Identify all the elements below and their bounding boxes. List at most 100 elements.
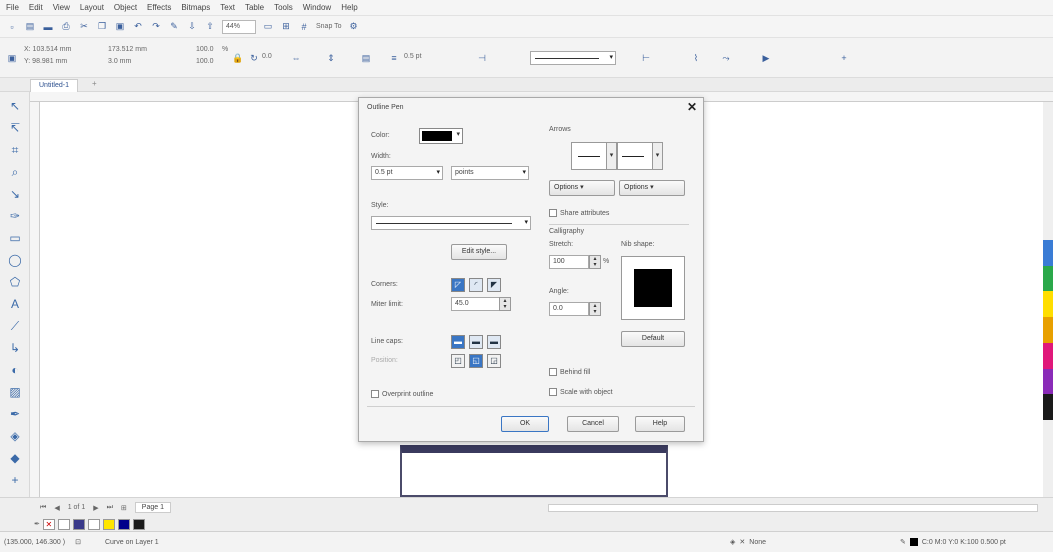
inside-position-button[interactable]: ◲ bbox=[487, 354, 501, 368]
miter-limit-field[interactable]: 45.0 bbox=[451, 297, 501, 311]
behind-fill-checkbox[interactable]: Behind fill bbox=[549, 368, 590, 376]
selected-shape[interactable] bbox=[400, 445, 668, 497]
search-content-icon[interactable]: ✎ bbox=[168, 21, 180, 33]
line-style-selector[interactable]: ▾ bbox=[530, 51, 616, 65]
color-palette-strip[interactable] bbox=[1043, 240, 1053, 420]
default-button[interactable]: Default bbox=[621, 331, 685, 347]
palette-swatch[interactable] bbox=[102, 518, 115, 530]
end-arrowhead-icon[interactable]: ⊢ bbox=[640, 52, 652, 64]
rulers-icon[interactable]: ⊞ bbox=[280, 21, 292, 33]
text-tool-icon[interactable]: A bbox=[7, 296, 23, 312]
redo-icon[interactable]: ↷ bbox=[150, 21, 162, 33]
stretch-field[interactable]: 100 bbox=[549, 255, 589, 269]
menu-tools[interactable]: Tools bbox=[274, 3, 293, 12]
round-corner-button[interactable]: ◜ bbox=[469, 278, 483, 292]
menu-text[interactable]: Text bbox=[220, 3, 235, 12]
previous-page-icon[interactable]: ◀ bbox=[54, 504, 59, 512]
bevel-corner-button[interactable]: ◤ bbox=[487, 278, 501, 292]
page-tab[interactable]: Page 1 bbox=[134, 502, 171, 513]
grid-icon[interactable]: # bbox=[298, 21, 310, 33]
save-icon[interactable]: ▬ bbox=[42, 21, 54, 33]
print-icon[interactable]: ⎙ bbox=[60, 21, 72, 33]
connector-tool-icon[interactable]: ↳ bbox=[7, 340, 23, 356]
palette-swatch[interactable] bbox=[132, 518, 145, 530]
convert-to-curves-icon[interactable]: ⤳ bbox=[720, 52, 732, 64]
cancel-button[interactable]: Cancel bbox=[567, 416, 619, 432]
butt-cap-button[interactable]: ▬ bbox=[451, 335, 465, 349]
eyedropper-tool-icon[interactable]: ✒ bbox=[7, 406, 23, 422]
share-attributes-checkbox[interactable]: Share attributes bbox=[549, 209, 609, 217]
ok-button[interactable]: OK bbox=[501, 416, 549, 432]
width-unit-select[interactable]: points ▾ bbox=[451, 166, 529, 180]
menu-bitmaps[interactable]: Bitmaps bbox=[181, 3, 210, 12]
nib-shape-preview[interactable] bbox=[621, 256, 685, 320]
quick-trace-icon[interactable]: ▶ bbox=[760, 52, 772, 64]
close-icon[interactable]: ✕ bbox=[687, 100, 697, 114]
add-icon[interactable]: + bbox=[838, 52, 850, 64]
menu-file[interactable]: File bbox=[6, 3, 19, 12]
new-tab-icon[interactable]: + bbox=[92, 79, 97, 88]
center-position-button[interactable]: ◱ bbox=[469, 354, 483, 368]
side-color-swatch[interactable] bbox=[1043, 240, 1053, 266]
mirror-horizontal-icon[interactable]: ⇔ bbox=[290, 52, 302, 64]
zoom-level-field[interactable]: 44% bbox=[222, 19, 256, 34]
blend-tool-icon[interactable]: ◐ bbox=[7, 362, 23, 378]
rotation-field[interactable]: 0.0 bbox=[262, 53, 272, 60]
scale-height-field[interactable]: 100.0 bbox=[196, 58, 214, 65]
x-position-field[interactable]: X: 103.514 mm bbox=[24, 46, 71, 53]
menu-help[interactable]: Help bbox=[341, 3, 357, 12]
start-arrowhead-icon[interactable]: ⊣ bbox=[476, 52, 488, 64]
undo-icon[interactable]: ↶ bbox=[132, 21, 144, 33]
round-cap-button[interactable]: ▬ bbox=[469, 335, 483, 349]
document-tab[interactable]: Untitled-1 bbox=[30, 79, 78, 92]
overprint-outline-checkbox[interactable]: Overprint outline bbox=[371, 390, 433, 398]
last-page-icon[interactable]: ⏭ bbox=[107, 504, 113, 512]
side-color-swatch[interactable] bbox=[1043, 265, 1053, 292]
menu-layout[interactable]: Layout bbox=[80, 3, 104, 12]
width-select[interactable]: 0.5 pt ▾ bbox=[371, 166, 443, 180]
side-color-swatch[interactable] bbox=[1043, 342, 1053, 369]
lock-ratio-icon[interactable]: 🔒 bbox=[232, 52, 244, 64]
side-color-swatch[interactable] bbox=[1043, 317, 1053, 343]
polygon-tool-icon[interactable]: ⬠ bbox=[7, 274, 23, 290]
zoom-tool-icon[interactable]: ⌕ bbox=[7, 164, 23, 180]
palette-swatch[interactable] bbox=[117, 518, 130, 530]
paste-icon[interactable]: ▣ bbox=[114, 21, 126, 33]
horizontal-scrollbar[interactable] bbox=[548, 504, 1038, 512]
new-document-icon[interactable]: ▫ bbox=[6, 21, 18, 33]
parallel-dimension-tool-icon[interactable]: ⟋ bbox=[7, 318, 23, 334]
cut-icon[interactable]: ✂ bbox=[78, 21, 90, 33]
mirror-vertical-icon[interactable]: ⇕ bbox=[325, 52, 337, 64]
vertical-ruler[interactable] bbox=[30, 102, 40, 497]
artistic-media-tool-icon[interactable]: ✑ bbox=[7, 208, 23, 224]
y-position-field[interactable]: Y: 98.981 mm bbox=[24, 58, 67, 65]
interactive-fill-tool-icon[interactable]: ◈ bbox=[7, 428, 23, 444]
arrow-options-left-button[interactable]: Options ▾ bbox=[549, 180, 615, 196]
side-color-swatch[interactable] bbox=[1043, 291, 1053, 318]
navigator-icon[interactable]: ⊡ bbox=[75, 538, 81, 546]
end-arrow-select[interactable]: ▾ bbox=[617, 142, 663, 170]
help-button[interactable]: Help bbox=[635, 416, 685, 432]
menu-table[interactable]: Table bbox=[245, 3, 264, 12]
menu-window[interactable]: Window bbox=[303, 3, 331, 12]
edit-style-button[interactable]: Edit style... bbox=[451, 244, 507, 260]
shape-tool-icon[interactable]: ↸ bbox=[7, 120, 23, 136]
palette-swatch[interactable] bbox=[87, 518, 100, 530]
wrap-text-icon[interactable]: ▤ bbox=[360, 52, 372, 64]
import-icon[interactable]: ⇩ bbox=[186, 21, 198, 33]
palette-swatch[interactable] bbox=[57, 518, 70, 530]
menu-effects[interactable]: Effects bbox=[147, 3, 171, 12]
angle-spinner-icon[interactable]: ▴ ▾ bbox=[589, 302, 601, 316]
menu-view[interactable]: View bbox=[53, 3, 70, 12]
outline-width-field[interactable]: 0.5 pt bbox=[404, 53, 422, 60]
stretch-spinner-icon[interactable]: ▴ ▾ bbox=[589, 255, 601, 269]
smart-fill-tool-icon[interactable]: ◆ bbox=[7, 450, 23, 466]
crop-tool-icon[interactable]: ⌗ bbox=[7, 142, 23, 158]
style-select[interactable]: ▾ bbox=[371, 216, 531, 230]
color-picker-button[interactable]: ▾ bbox=[419, 128, 463, 144]
no-color-swatch[interactable]: ✕ bbox=[42, 518, 55, 530]
transparency-tool-icon[interactable]: ▨ bbox=[7, 384, 23, 400]
miter-corner-button[interactable]: ◸ bbox=[451, 278, 465, 292]
ellipse-tool-icon[interactable]: ◯ bbox=[7, 252, 23, 268]
open-icon[interactable]: ▤ bbox=[24, 21, 36, 33]
